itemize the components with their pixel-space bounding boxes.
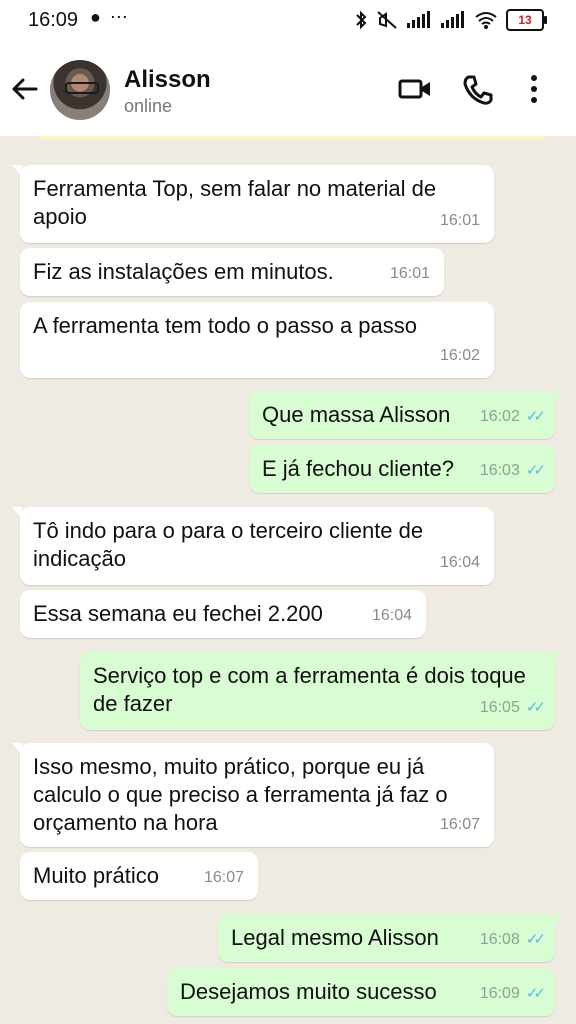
banner-edge (40, 136, 545, 140)
message-incoming[interactable]: A ferramenta tem todo o passo a passo 16… (20, 302, 494, 378)
voice-call-icon[interactable] (462, 74, 494, 106)
message-text: E já fechou cliente? (262, 456, 455, 481)
mute-icon (377, 11, 397, 29)
read-ticks-icon: ✓✓ (525, 931, 546, 948)
message-text: Isso mesmo, muito prático, porque eu já … (33, 754, 448, 835)
notification-icons: ● ⋯ (90, 7, 130, 27)
more-options-icon[interactable] (530, 74, 538, 104)
message-outgoing[interactable]: Serviço top e com a ferramenta é dois to… (80, 652, 563, 730)
message-incoming[interactable]: Essa semana eu fechei 2.200 16:04 (20, 590, 426, 638)
contact-status: online (124, 96, 173, 116)
chat-header: Alisson online (0, 42, 576, 136)
message-text: Essa semana eu fechei 2.200 (33, 601, 323, 626)
back-arrow-icon[interactable] (10, 74, 40, 104)
message-incoming[interactable]: Fiz as instalações em minutos. 16:01 (20, 248, 444, 296)
message-text: Tô indo para o para o terceiro cliente d… (33, 518, 424, 571)
message-time: 16:04 (439, 554, 480, 571)
status-bar: 16:09 ● ⋯ 13 (0, 0, 576, 42)
read-ticks-icon: ✓✓ (525, 408, 546, 425)
message-incoming[interactable]: Muito prático 16:07 (20, 852, 258, 900)
message-time: 16:01 (389, 265, 430, 282)
message-time: 16:01 (439, 212, 480, 229)
message-text: Serviço top e com a ferramenta é dois to… (93, 663, 526, 716)
signal-icon-2 (441, 11, 464, 28)
message-time: 16:05 ✓✓ (479, 699, 546, 716)
message-text: Fiz as instalações em minutos. (33, 259, 334, 284)
message-text: Ferramenta Top, sem falar no material de… (33, 176, 437, 229)
message-outgoing[interactable]: Desejamos muito sucesso 16:09 ✓✓ (167, 968, 555, 1016)
message-text: Muito prático (33, 863, 159, 888)
message-outgoing[interactable]: Legal mesmo Alisson 16:08 ✓✓ (218, 914, 563, 962)
message-time: 16:07 (439, 816, 480, 833)
message-incoming[interactable]: Tô indo para o para o terceiro cliente d… (12, 507, 494, 585)
avatar[interactable] (50, 60, 110, 120)
read-ticks-icon: ✓✓ (525, 462, 546, 479)
message-text: A ferramenta tem todo o passo a passo (33, 313, 418, 338)
read-ticks-icon: ✓✓ (525, 985, 546, 1002)
signal-icon (407, 11, 430, 28)
message-time: 16:04 (371, 607, 412, 624)
message-time: 16:09 ✓✓ (479, 985, 546, 1002)
bluetooth-icon (356, 10, 367, 30)
message-incoming[interactable]: Ferramenta Top, sem falar no material de… (12, 165, 494, 243)
message-text: Desejamos muito sucesso (180, 979, 437, 1004)
message-time: 16:08 ✓✓ (479, 931, 546, 948)
status-right-icons: 13 (354, 8, 547, 32)
status-time: 16:09 (28, 9, 79, 31)
wifi-icon (475, 12, 497, 29)
message-text: Legal mesmo Alisson (231, 925, 439, 950)
read-ticks-icon: ✓✓ (525, 699, 546, 716)
message-time: 16:03 ✓✓ (479, 462, 546, 479)
message-incoming[interactable]: Isso mesmo, muito prático, porque eu já … (12, 743, 494, 847)
message-time: 16:02 (439, 347, 480, 364)
message-text: Que massa Alisson (262, 402, 451, 427)
battery-icon: 13 (506, 9, 547, 31)
message-outgoing[interactable]: Que massa Alisson 16:02 ✓✓ (249, 391, 563, 439)
message-outgoing[interactable]: E já fechou cliente? 16:03 ✓✓ (249, 445, 555, 493)
message-time: 16:07 (203, 869, 244, 886)
message-time: 16:02 ✓✓ (479, 408, 546, 425)
contact-name[interactable]: Alisson (124, 66, 211, 94)
video-call-icon[interactable] (398, 74, 432, 104)
